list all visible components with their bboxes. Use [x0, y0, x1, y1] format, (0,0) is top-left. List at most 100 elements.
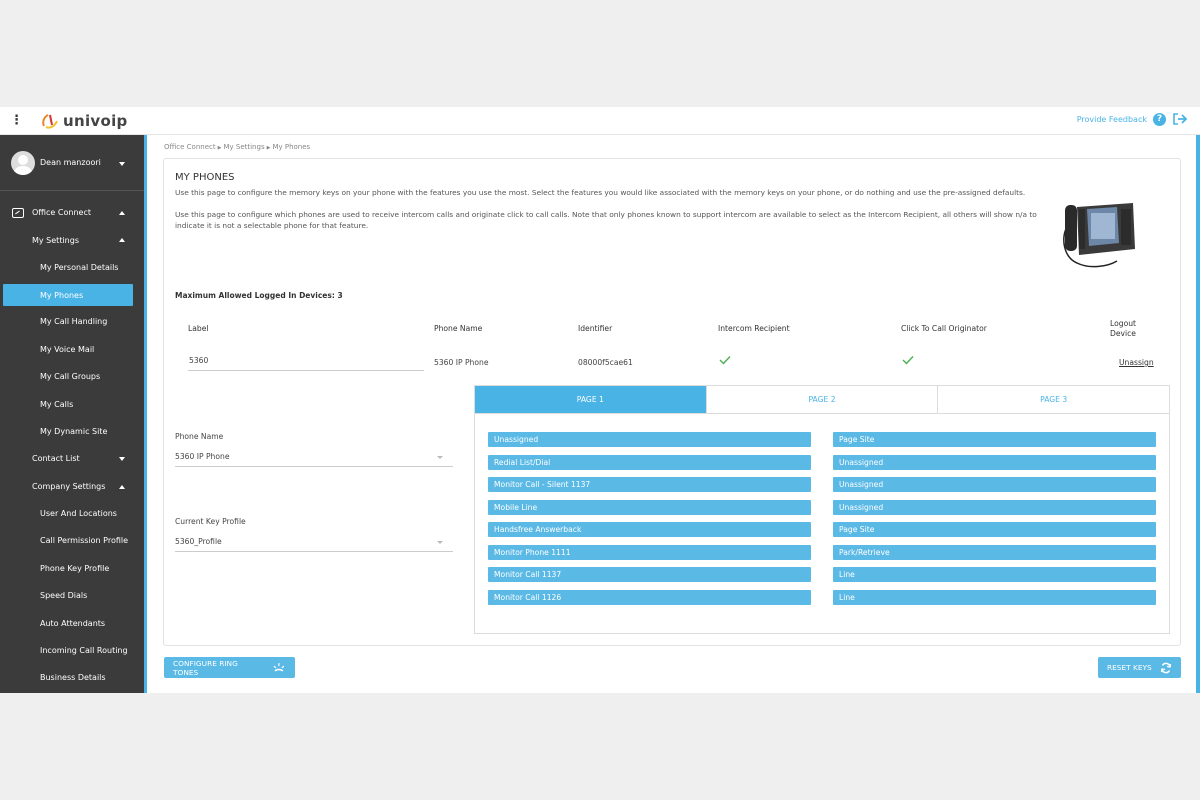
sidebar-item-company-settings[interactable]: Company Settings — [0, 473, 147, 500]
memory-key[interactable]: Page Site — [833, 522, 1156, 537]
sidebar-item-my-phones[interactable]: My Phones — [3, 284, 133, 307]
sidebar-item-label: Company Settings — [32, 481, 106, 491]
key-profile-select[interactable]: 5360_Profile — [175, 532, 453, 552]
chevron-down-icon — [119, 457, 125, 462]
sidebar-item-my-call-groups[interactable]: My Call Groups — [0, 363, 147, 390]
key-column-right: Page Site Unassigned Unassigned Unassign… — [833, 432, 1156, 612]
memory-key[interactable]: Unassigned — [833, 477, 1156, 492]
click-to-call-check-icon[interactable] — [902, 355, 914, 365]
key-profile-label: Current Key Profile — [175, 517, 246, 526]
phone-label-input[interactable] — [188, 351, 424, 371]
breadcrumb-separator-icon: ▶ — [266, 145, 271, 151]
feedback-area: Provide Feedback ? — [1077, 112, 1188, 126]
memory-key[interactable]: Line — [833, 589, 1156, 605]
sidebar-item-business-details[interactable]: Business Details — [0, 664, 147, 691]
tab-page-3[interactable]: PAGE 3 — [938, 386, 1169, 413]
max-logged-devices: Maximum Allowed Logged In Devices: 3 — [175, 291, 343, 300]
key-pages-panel: PAGE 1 PAGE 2 PAGE 3 Unassigned Redial L… — [474, 385, 1170, 634]
phone-name-cell: 5360 IP Phone — [434, 358, 489, 367]
sidebar-item-my-calls[interactable]: My Calls — [0, 390, 147, 417]
memory-key[interactable]: Line — [833, 567, 1156, 582]
configure-ring-tones-button[interactable]: CONFIGURE RING TONES — [164, 657, 295, 678]
page-description-intercom: Use this page to configure which phones … — [175, 210, 1037, 230]
sidebar-item-my-voice-mail[interactable]: My Voice Mail — [0, 336, 147, 363]
chevron-down-icon — [119, 162, 125, 166]
phone-name-label: Phone Name — [175, 432, 224, 441]
column-header-logout-device: Logout Device — [1110, 319, 1136, 339]
page-title: MY PHONES — [175, 172, 235, 183]
memory-key[interactable]: Unassigned — [488, 432, 811, 447]
sidebar-item-my-dynamic-site[interactable]: My Dynamic Site — [0, 418, 147, 445]
sidebar-item-label: My Call Groups — [40, 372, 101, 382]
memory-key[interactable]: Park/Retrieve — [833, 544, 1156, 560]
column-header-click-to-call: Click To Call Originator — [901, 324, 987, 333]
sidebar-item-contact-list[interactable]: Contact List — [0, 445, 147, 472]
page-description: Use this page to configure the memory ke… — [175, 188, 1026, 197]
memory-key[interactable]: Handsfree Answerback — [488, 522, 811, 537]
office-connect-icon — [12, 207, 24, 218]
breadcrumb-item[interactable]: Office Connect — [164, 143, 216, 151]
configure-ring-tones-label: CONFIGURE RING TONES — [173, 658, 238, 677]
key-profile-select-value: 5360_Profile — [175, 537, 222, 546]
tab-page-2[interactable]: PAGE 2 — [707, 386, 939, 413]
memory-key[interactable]: Unassigned — [833, 454, 1156, 470]
column-header-identifier: Identifier — [578, 324, 613, 333]
sidebar-item-office-connect[interactable]: Office Connect — [0, 199, 147, 226]
breadcrumb-item[interactable]: My Settings — [223, 143, 264, 151]
chevron-up-icon — [119, 238, 125, 243]
sidebar-item-user-and-locations[interactable]: User And Locations — [0, 500, 147, 527]
chevron-down-icon — [437, 541, 443, 544]
page-scrollbar[interactable] — [1196, 135, 1200, 693]
provide-feedback-link[interactable]: Provide Feedback — [1077, 115, 1147, 124]
univoip-logo[interactable]: univoip — [40, 111, 128, 131]
sidebar-item-label: My Call Handling — [40, 317, 108, 327]
column-header-device-line: Device — [1110, 329, 1136, 338]
sidebar-item-my-settings[interactable]: My Settings — [0, 226, 147, 253]
sidebar-item-my-call-handling[interactable]: My Call Handling — [0, 308, 147, 335]
sidebar-item-incoming-call-routing[interactable]: Incoming Call Routing — [0, 637, 147, 664]
page-tabs: PAGE 1 PAGE 2 PAGE 3 — [475, 386, 1169, 414]
tab-page-1[interactable]: PAGE 1 — [475, 386, 707, 413]
sidebar-item-label: Office Connect — [32, 208, 91, 218]
sidebar-item-label: Incoming Call Routing — [40, 646, 128, 656]
user-menu[interactable]: Dean manzoori — [0, 135, 147, 191]
sidebar-item-label: User And Locations — [40, 509, 117, 519]
my-phones-card: MY PHONES Use this page to configure the… — [163, 158, 1181, 646]
sidebar-item-label: Call Permission Profile — [40, 536, 129, 546]
top-bar: ⋮ univoip Provide Feedback ? — [0, 107, 1200, 135]
logout-icon[interactable] — [1172, 112, 1188, 126]
reset-keys-label: RESET KEYS — [1107, 663, 1152, 672]
phone-name-select[interactable]: 5360 IP Phone — [175, 447, 453, 467]
memory-key[interactable]: Page Site — [833, 432, 1156, 447]
reset-keys-button[interactable]: RESET KEYS — [1098, 657, 1181, 678]
memory-key[interactable]: Monitor Phone 1111 — [488, 544, 811, 560]
kebab-menu-icon[interactable]: ⋮ — [10, 112, 23, 130]
phone-name-select-value: 5360 IP Phone — [175, 452, 230, 461]
logo-mark-icon — [42, 114, 58, 129]
sidebar-item-label: My Voice Mail — [40, 344, 95, 354]
sidebar-item-speed-dials[interactable]: Speed Dials — [0, 582, 147, 609]
sidebar-scrollbar[interactable] — [144, 135, 147, 693]
sidebar-item-call-permission-profile[interactable]: Call Permission Profile — [0, 527, 147, 554]
help-icon[interactable]: ? — [1153, 112, 1166, 126]
sidebar-item-label: Speed Dials — [40, 591, 88, 601]
column-header-phone-name: Phone Name — [434, 324, 483, 333]
memory-key[interactable]: Monitor Call - Silent 1137 — [488, 477, 811, 492]
memory-key[interactable]: Unassigned — [833, 499, 1156, 515]
sidebar: Dean manzoori Office Connect My Settings… — [0, 135, 147, 693]
unassign-link[interactable]: Unassign — [1119, 358, 1154, 367]
memory-key[interactable]: Redial List/Dial — [488, 454, 811, 470]
sidebar-item-label: Business Details — [40, 673, 106, 683]
sidebar-item-my-personal-details[interactable]: My Personal Details — [0, 254, 147, 281]
sidebar-item-label: My Calls — [40, 399, 74, 409]
memory-key[interactable]: Mobile Line — [488, 499, 811, 515]
memory-key[interactable]: Monitor Call 1137 — [488, 567, 811, 582]
ringing-phone-icon — [273, 662, 285, 672]
sidebar-item-phone-key-profile[interactable]: Phone Key Profile — [0, 555, 147, 582]
memory-key[interactable]: Monitor Call 1126 — [488, 589, 811, 605]
desk-phone-image — [1063, 203, 1135, 268]
user-name: Dean manzoori — [40, 158, 101, 167]
chevron-up-icon — [119, 211, 125, 215]
intercom-recipient-check-icon[interactable] — [719, 355, 731, 365]
sidebar-item-auto-attendants[interactable]: Auto Attendants — [0, 609, 147, 636]
